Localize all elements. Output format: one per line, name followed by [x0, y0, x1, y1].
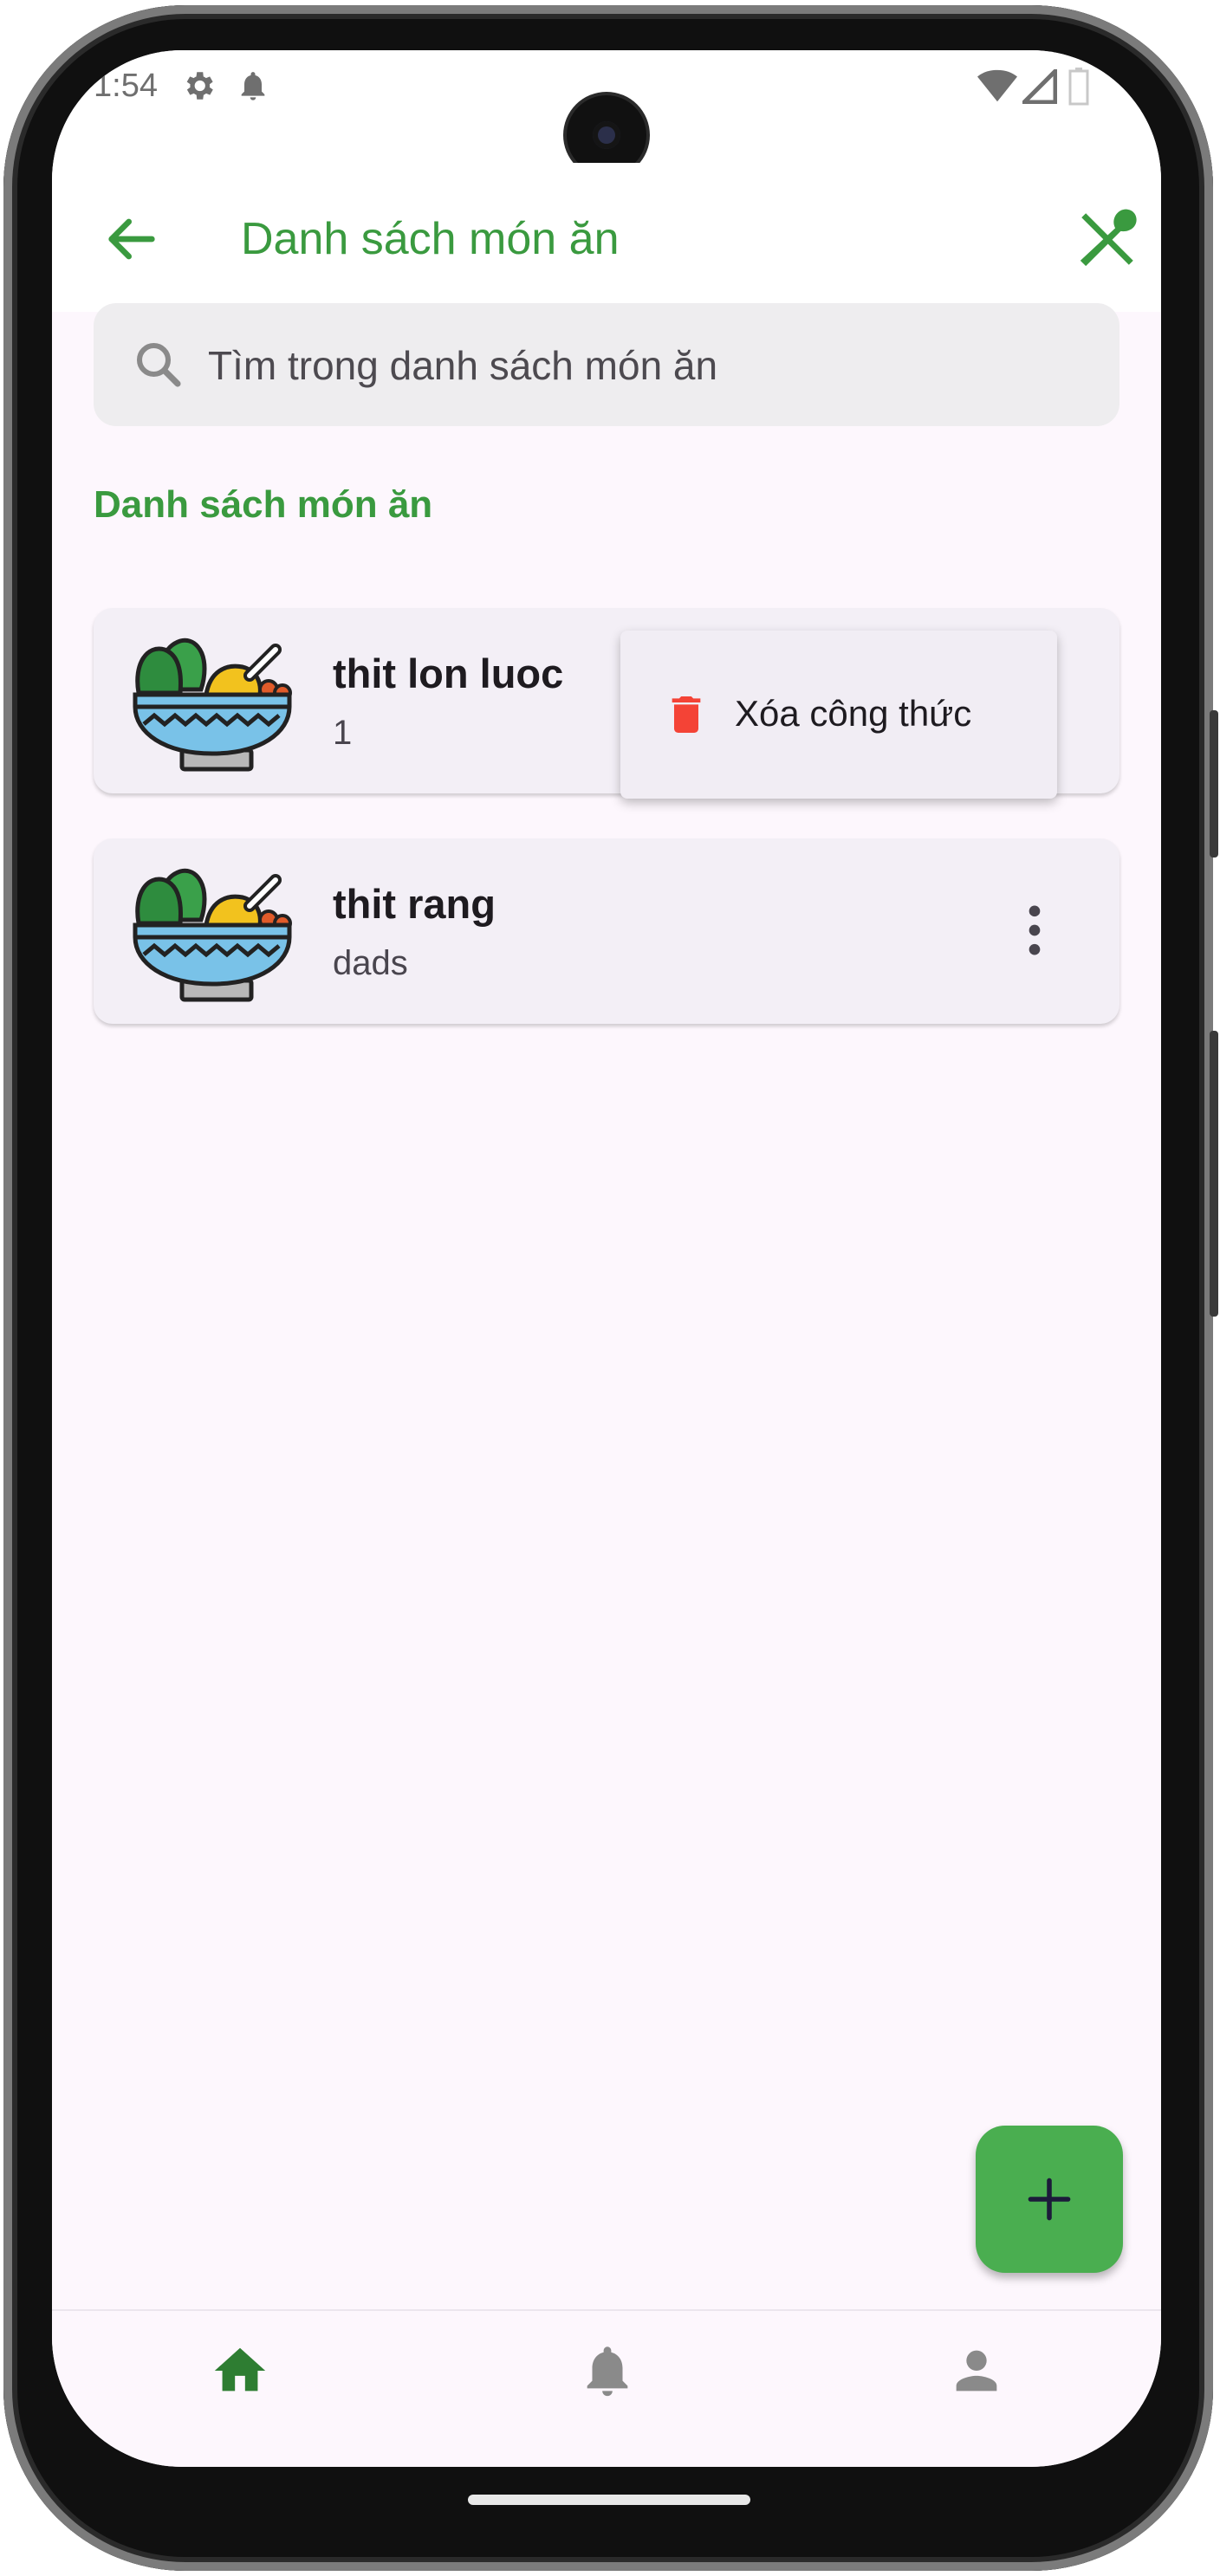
battery-icon — [1068, 68, 1089, 106]
notification-bell-icon — [241, 72, 265, 100]
dish-card[interactable]: thit rang dads — [94, 838, 1119, 1024]
back-arrow-icon[interactable] — [97, 204, 166, 274]
delete-recipe-menu-item[interactable]: Xóa công thức — [735, 693, 971, 735]
bell-icon[interactable] — [577, 2340, 638, 2401]
search-input[interactable] — [206, 303, 1093, 428]
dish-name: thit lon luoc — [333, 650, 564, 696]
popup-menu: Xóa công thức — [620, 631, 1057, 799]
search-icon — [136, 342, 181, 387]
volume-button — [1210, 710, 1218, 858]
home-icon[interactable] — [210, 2340, 270, 2401]
wifi-icon — [977, 69, 1017, 102]
home-indicator[interactable] — [468, 2495, 750, 2505]
add-dish-button[interactable] — [976, 2126, 1123, 2273]
dish-description: dads — [333, 944, 408, 982]
cutlery-icon[interactable] — [1071, 203, 1144, 275]
cell-signal-icon — [1022, 69, 1057, 104]
power-button — [1210, 1031, 1218, 1317]
food-bowl-icon — [130, 629, 295, 776]
person-icon[interactable] — [946, 2340, 1007, 2401]
page-title: Danh sách món ăn — [241, 214, 620, 264]
settings-icon — [186, 72, 213, 100]
trash-icon — [672, 696, 701, 733]
plus-icon — [1028, 2178, 1071, 2221]
bottom-navigation — [52, 2309, 1161, 2467]
section-title: Danh sách món ăn — [94, 483, 433, 526]
app-bar: Danh sách món ăn — [52, 163, 1161, 312]
dish-description: 1 — [333, 714, 353, 752]
search-bar[interactable] — [94, 303, 1119, 428]
dish-name: thit rang — [333, 881, 496, 927]
phone-screen: 1:54 Danh sách món ăn Tìm trong danh sác… — [52, 50, 1161, 2467]
status-time: 1:54 — [94, 68, 158, 104]
food-bowl-icon — [130, 859, 295, 1006]
more-vert-icon[interactable] — [1002, 897, 1068, 963]
